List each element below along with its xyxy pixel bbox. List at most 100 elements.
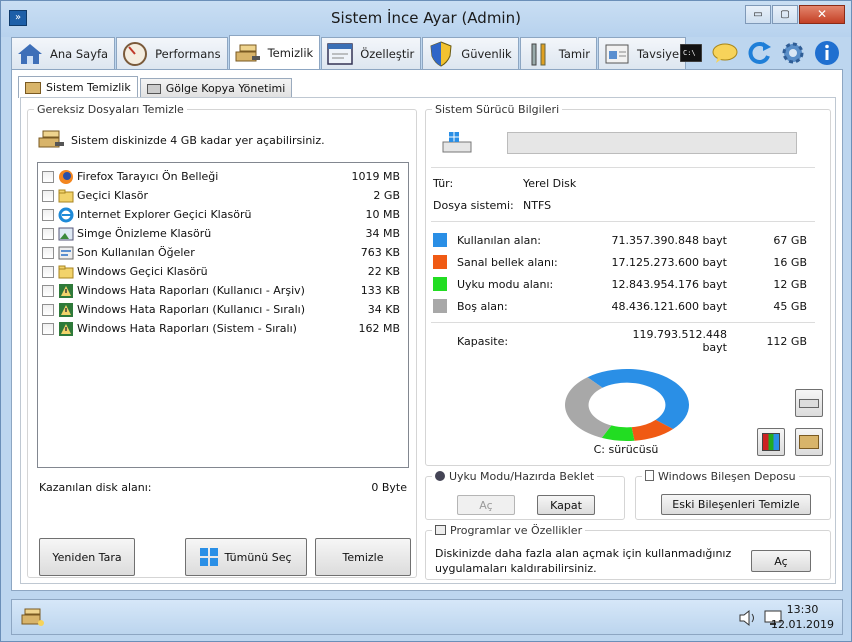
winrar-button[interactable] — [757, 428, 785, 456]
subtab-golge-kopya[interactable]: Gölge Kopya Yönetimi — [139, 78, 293, 98]
tab-label: Güvenlik — [461, 46, 512, 61]
item-checkbox[interactable] — [42, 208, 54, 221]
chat-icon[interactable] — [711, 39, 739, 67]
clean-button[interactable]: Temizle — [315, 538, 411, 576]
item-checkbox[interactable] — [42, 170, 54, 183]
item-checkbox[interactable] — [42, 322, 54, 335]
firefox-icon — [58, 169, 74, 185]
tab-performans[interactable]: Performans — [116, 37, 228, 69]
ie-icon — [58, 207, 74, 223]
main-tabs: Ana Sayfa Performans Temizlik Özelleştir… — [11, 35, 687, 69]
disk-cleanup-button[interactable] — [795, 428, 823, 456]
item-size: 34 KB — [367, 303, 400, 316]
fs-value: NTFS — [523, 199, 552, 212]
maximize-button[interactable]: ▢ — [772, 5, 798, 24]
stat-label: Sanal bellek alanı: — [457, 255, 558, 269]
sleep-on-button[interactable]: Aç — [457, 495, 515, 515]
sleep-off-button[interactable]: Kapat — [537, 495, 595, 515]
item-name: Son Kullanılan Öğeler — [77, 246, 195, 259]
gear-icon[interactable] — [779, 39, 807, 67]
tab-label: Ana Sayfa — [50, 46, 109, 61]
info-icon[interactable] — [813, 39, 841, 67]
recent-icon — [58, 245, 74, 261]
item-checkbox[interactable] — [42, 246, 54, 259]
cleanup-hint: Sistem diskinizde 4 GB kadar yer açabili… — [71, 134, 325, 147]
tab-ozellestir[interactable]: Özelleştir — [321, 37, 422, 69]
programs-icon — [435, 525, 446, 535]
drive-properties-button[interactable] — [795, 389, 823, 417]
item-size: 34 MB — [365, 227, 400, 240]
cleanup-list[interactable]: Firefox Tarayıcı Ön Belleği 1019 MB Geçici… — [37, 162, 409, 468]
item-name: Windows Hata Raporları (Kullanıcı - Arşi… — [77, 284, 305, 297]
cleanup-list-item[interactable]: Windows Geçici Klasörü 22 KB — [42, 262, 404, 281]
tab-label: Tavsiye — [637, 46, 680, 61]
broom-icon[interactable] — [20, 606, 46, 628]
status-bar: 13:30 12.01.2019 — [11, 599, 843, 635]
rescan-button[interactable]: Yeniden Tara — [39, 538, 135, 576]
speaker-icon[interactable] — [738, 609, 758, 627]
programs-text-2: uygulamaları kaldırabilirsiniz. — [435, 562, 597, 575]
capacity-gb: 112 GB — [766, 334, 807, 348]
windows-logo-icon — [200, 548, 219, 566]
tab-tavsiye[interactable]: Tavsiye — [598, 37, 687, 69]
item-name: Firefox Tarayıcı Ön Belleği — [77, 170, 219, 183]
speedometer-icon — [121, 41, 149, 67]
drive-usage-bar — [507, 132, 797, 154]
drive-icon — [799, 398, 819, 408]
component-legend: Windows Bileşen Deposu — [642, 470, 799, 483]
item-checkbox[interactable] — [42, 265, 54, 278]
item-name: Windows Hata Raporları (Kullanıcı - Sıra… — [77, 303, 305, 316]
programs-open-button[interactable]: Aç — [751, 550, 811, 572]
app-window: » Sistem İnce Ayar (Admin) ▭ ▢ ✕ Ana Say… — [0, 0, 852, 642]
item-checkbox[interactable] — [42, 303, 54, 316]
tab-ana-sayfa[interactable]: Ana Sayfa — [11, 37, 116, 69]
cleanup-list-item[interactable]: Windows Hata Raporları (Sistem - Sıralı)… — [42, 319, 404, 338]
content-area: Sistem Temizlik Gölge Kopya Yönetimi Ger… — [11, 69, 843, 591]
item-checkbox[interactable] — [42, 189, 54, 202]
item-size: 1019 MB — [351, 170, 400, 183]
system-drive-icon — [441, 130, 473, 156]
stat-label: Kullanılan alan: — [457, 233, 541, 247]
refresh-icon[interactable] — [745, 39, 773, 67]
broom-icon — [37, 128, 67, 150]
title-bar[interactable]: » Sistem İnce Ayar (Admin) ▭ ▢ ✕ — [1, 1, 851, 37]
package-icon — [762, 433, 780, 451]
legend-swatch — [433, 299, 447, 313]
stat-label: Boş alan: — [457, 299, 508, 313]
system-cleanup-panel: Gereksiz Dosyaları Temizle Sistem diskin… — [20, 97, 836, 584]
subtab-sistem-temizlik[interactable]: Sistem Temizlik — [18, 76, 138, 98]
item-checkbox[interactable] — [42, 227, 54, 240]
item-size: 22 KB — [367, 265, 400, 278]
command-prompt-icon[interactable]: C:\ — [677, 39, 705, 67]
drive-icon — [146, 83, 161, 94]
stat-bytes: 12.843.954.176 bayt — [611, 277, 727, 291]
cleanup-list-item[interactable]: Windows Hata Raporları (Kullanıcı - Arşi… — [42, 281, 404, 300]
cleanup-list-item[interactable]: Internet Explorer Geçici Klasörü 10 MB — [42, 205, 404, 224]
tab-temizlik[interactable]: Temizlik — [228, 35, 321, 69]
cleanup-list-item[interactable]: Simge Önizleme Klasörü 34 MB — [42, 224, 404, 243]
broom-icon — [25, 81, 41, 94]
tab-guvenlik[interactable]: Güvenlik — [422, 37, 519, 69]
cleanup-list-item[interactable]: Windows Hata Raporları (Kullanıcı - Sıra… — [42, 300, 404, 319]
item-checkbox[interactable] — [42, 284, 54, 297]
tab-tamir[interactable]: Tamir — [519, 37, 597, 69]
item-size: 133 KB — [360, 284, 400, 297]
clean-components-button[interactable]: Eski Bileşenleri Temizle — [661, 494, 811, 515]
clock[interactable]: 13:30 12.01.2019 — [771, 602, 834, 632]
gained-label: Kazanılan disk alanı: — [39, 481, 152, 494]
cleanup-list-item[interactable]: Geçici Klasör 2 GB — [42, 186, 404, 205]
cleanup-list-item[interactable]: Son Kullanılan Öğeler 763 KB — [42, 243, 404, 262]
tab-label: Temizlik — [267, 45, 314, 60]
close-button[interactable]: ✕ — [799, 5, 845, 24]
stat-gb: 16 GB — [773, 255, 807, 269]
folder-icon — [58, 188, 74, 204]
tab-label: Özelleştir — [360, 46, 415, 61]
select-all-button[interactable]: Tümünü Seç — [185, 538, 307, 576]
clock-time: 13:30 — [786, 603, 819, 616]
svg-text:C:\: C:\ — [683, 49, 696, 57]
minimize-button[interactable]: ▭ — [745, 5, 771, 24]
legend-swatch — [433, 233, 447, 247]
sleep-legend: Uyku Modu/Hazırda Beklet — [432, 470, 597, 483]
cleanup-list-item[interactable]: Firefox Tarayıcı Ön Belleği 1019 MB — [42, 167, 404, 186]
house-icon — [16, 41, 44, 67]
